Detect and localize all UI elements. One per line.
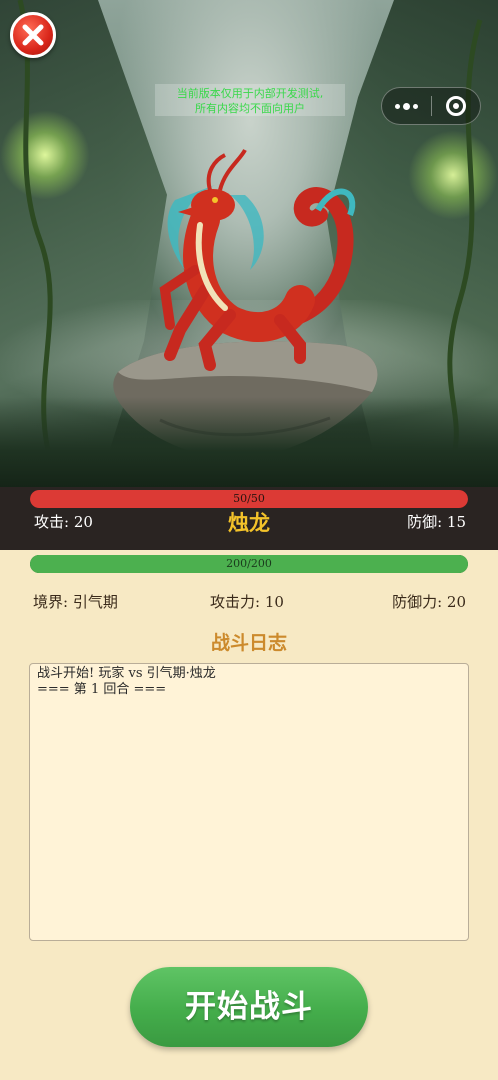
player-attack: 攻击力: 10 [210, 593, 284, 611]
log-line: 战斗开始! 玩家 vs 引气期·烛龙 [37, 666, 216, 681]
player-realm: 境界: 引气期 [33, 593, 118, 611]
dev-notice-line2: 所有内容均不面向用户 [195, 102, 305, 115]
battle-log[interactable]: 战斗开始! 玩家 vs 引气期·烛龙 === 第 1 回合 === [29, 663, 469, 941]
exit-target-button[interactable] [431, 87, 480, 125]
player-hp-bar: 200/200 [30, 555, 468, 573]
enemy-panel: 50/50 攻击: 20 烛龙 防御: 15 [0, 487, 498, 550]
enemy-hp-text: 50/50 [233, 492, 265, 505]
player-defense: 防御力: 20 [392, 593, 466, 611]
monster-scene [0, 0, 498, 487]
dev-notice-line1: 当前版本仅用于内部开发测试, [176, 87, 324, 100]
target-icon [445, 96, 466, 116]
forest-floor [0, 397, 498, 487]
dev-notice: 当前版本仅用于内部开发测试, 所有内容均不面向用户 [155, 84, 345, 116]
miniprogram-capsule [381, 87, 481, 125]
close-icon [22, 24, 44, 46]
close-button[interactable] [10, 12, 56, 58]
more-dots-icon[interactable] [382, 87, 431, 125]
enemy-hp-bar: 50/50 [30, 490, 468, 508]
start-battle-button[interactable]: 开始战斗 [130, 967, 368, 1047]
enemy-defense: 防御: 15 [407, 513, 466, 531]
player-hp-text: 200/200 [226, 557, 272, 570]
battle-log-title: 战斗日志 [210, 632, 287, 654]
log-line: === 第 1 回合 === [37, 682, 167, 697]
